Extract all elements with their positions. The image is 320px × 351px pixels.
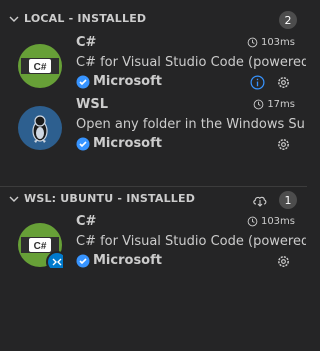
extension-item-wsl[interactable]: WSL 17ms Open any folder in the Windows … [0,97,307,159]
section-header-local[interactable]: LOCAL - INSTALLED 2 [0,9,307,31]
linux-penguin-icon [18,106,62,150]
csharp-extension-icon: C# [17,222,68,273]
clock-icon [247,216,258,227]
publisher[interactable]: Microsoft [76,74,162,89]
svg-text:C#: C# [34,62,47,73]
wsl-extension-icon [17,105,63,151]
chevron-down-icon [9,196,19,202]
cloud-download-icon[interactable] [252,192,268,208]
count-badge: 1 [279,191,297,209]
extension-description: C# for Visual Studio Code (powered... [76,234,306,249]
activation-time: 103ms [260,37,295,48]
gear-icon[interactable] [276,254,291,269]
clock-icon [247,37,258,48]
activation-timing: 103ms [247,37,295,48]
wsl-ubuntu-installed-section: WSL: UBUNTU - INSTALLED 1 C# C# 103ms C#… [0,186,307,351]
gear-icon[interactable] [276,137,291,152]
section-divider [0,186,307,187]
activation-timing: 103ms [247,216,295,227]
verified-icon [76,137,90,150]
count-badge: 2 [279,11,297,29]
extension-name: C# [76,214,97,229]
csharp-extension-icon: C# [17,43,63,89]
chevron-down-icon [9,16,19,22]
extension-item-csharp[interactable]: C# C# 103ms C# for Visual Studio Code (p… [0,35,307,97]
verified-icon [76,75,90,88]
clock-icon [253,99,264,110]
activation-time: 103ms [260,216,295,227]
extension-item-csharp-remote[interactable]: C# C# 103ms C# for Visual Studio Code (p… [0,214,307,276]
extension-name: C# [76,35,97,50]
verified-icon [76,254,90,267]
extension-description: C# for Visual Studio Code (powered... [76,55,306,70]
activation-timing: 17ms [253,99,295,110]
publisher[interactable]: Microsoft [76,136,162,151]
publisher[interactable]: Microsoft [76,253,162,268]
info-icon[interactable] [250,75,265,90]
local-installed-section: LOCAL - INSTALLED 2 C# C# 103ms C# for V… [0,0,307,186]
svg-text:C#: C# [34,241,47,252]
publisher-name: Microsoft [93,253,162,268]
section-header-wsl-ubuntu[interactable]: WSL: UBUNTU - INSTALLED 1 [0,189,307,211]
activation-time: 17ms [267,99,295,110]
gear-icon[interactable] [276,75,291,90]
section-title: LOCAL - INSTALLED [24,12,147,25]
publisher-name: Microsoft [93,136,162,151]
publisher-name: Microsoft [93,74,162,89]
section-title: WSL: UBUNTU - INSTALLED [24,192,196,205]
extension-description: Open any folder in the Windows Su... [76,117,306,132]
extension-name: WSL [76,97,108,112]
